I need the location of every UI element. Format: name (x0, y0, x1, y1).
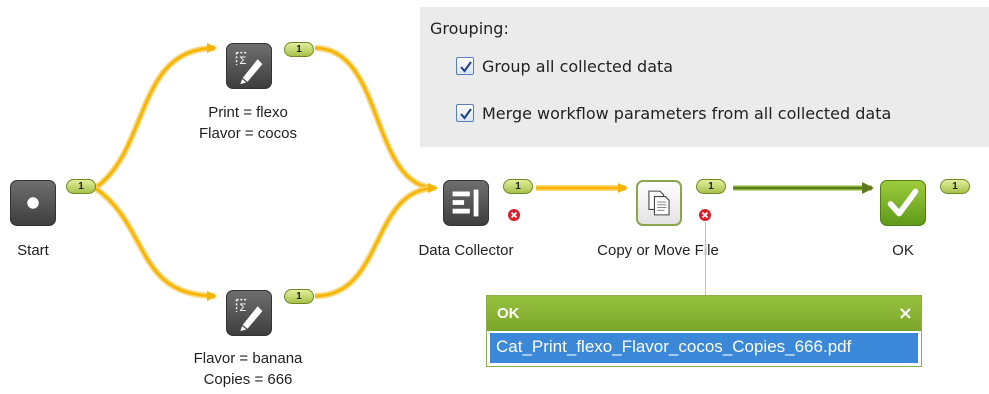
file-tooltip: OK × Cat_Print_flexo_Flavor_cocos_Copies… (486, 295, 922, 367)
error-connector-icon[interactable] (699, 209, 711, 221)
banana-count-badge: 1 (284, 289, 314, 304)
data-collector-label: Data Collector (418, 242, 514, 259)
group-all-checkbox[interactable] (456, 57, 474, 75)
file-row[interactable]: Cat_Print_flexo_Flavor_cocos_Copies_666.… (490, 333, 918, 363)
ok-node[interactable] (880, 180, 926, 226)
group-all-label: Group all collected data (482, 56, 674, 76)
param-flavor: Flavor = cocos (199, 125, 297, 142)
file-name: Cat_Print_flexo_Flavor_cocos_Copies_666.… (496, 337, 852, 356)
param-copies: Copies = 666 (203, 371, 293, 388)
set-parameters-node-print[interactable]: Σ (226, 43, 272, 89)
copy-move-label: Copy or Move File (597, 242, 719, 259)
param-flavor: Flavor = banana (193, 350, 303, 367)
close-icon[interactable]: × (898, 303, 913, 324)
edit-parameters-icon: Σ (235, 298, 263, 332)
param-print: Print = flexo (208, 104, 288, 121)
copy-files-icon (648, 190, 670, 216)
merge-params-label: Merge workflow parameters from all colle… (482, 103, 892, 123)
tooltip-connector-line (705, 222, 706, 295)
ok-label: OK (892, 242, 914, 259)
wire-print-to-collector (314, 45, 437, 191)
data-collector-node[interactable] (443, 180, 489, 226)
print-flexo-label: Print = flexo Flavor = cocos (168, 102, 328, 144)
start-count-badge: 1 (66, 179, 96, 194)
checkmark-icon (460, 61, 472, 73)
edit-parameters-icon: Σ (235, 51, 263, 85)
grouping-title: Grouping: (430, 19, 509, 38)
flavor-banana-label: Flavor = banana Copies = 666 (168, 348, 328, 390)
record-icon (27, 197, 39, 209)
copy-move-node[interactable] (636, 180, 682, 226)
merge-params-checkbox[interactable] (456, 104, 474, 122)
data-collector-icon (452, 189, 479, 217)
tooltip-header: OK × (487, 296, 921, 331)
collector-count-badge: 1 (503, 179, 533, 194)
checkmark-icon (887, 188, 919, 217)
checkmark-icon (460, 108, 472, 120)
tooltip-title: OK (497, 305, 520, 322)
start-label: Start (17, 242, 49, 259)
merge-params-option[interactable]: Merge workflow parameters from all colle… (456, 103, 891, 123)
start-node[interactable] (10, 180, 56, 226)
grouping-panel: Grouping: Group all collected data Merge… (420, 7, 989, 147)
group-all-option[interactable]: Group all collected data (456, 56, 673, 76)
error-connector-icon[interactable] (508, 209, 520, 221)
print-count-badge: 1 (284, 42, 314, 57)
ok-count-badge: 1 (940, 179, 970, 194)
set-parameters-node-banana[interactable]: Σ (226, 290, 272, 336)
svg-text:Σ: Σ (239, 302, 246, 314)
svg-text:Σ: Σ (239, 55, 246, 67)
copy-count-badge: 1 (696, 179, 726, 194)
